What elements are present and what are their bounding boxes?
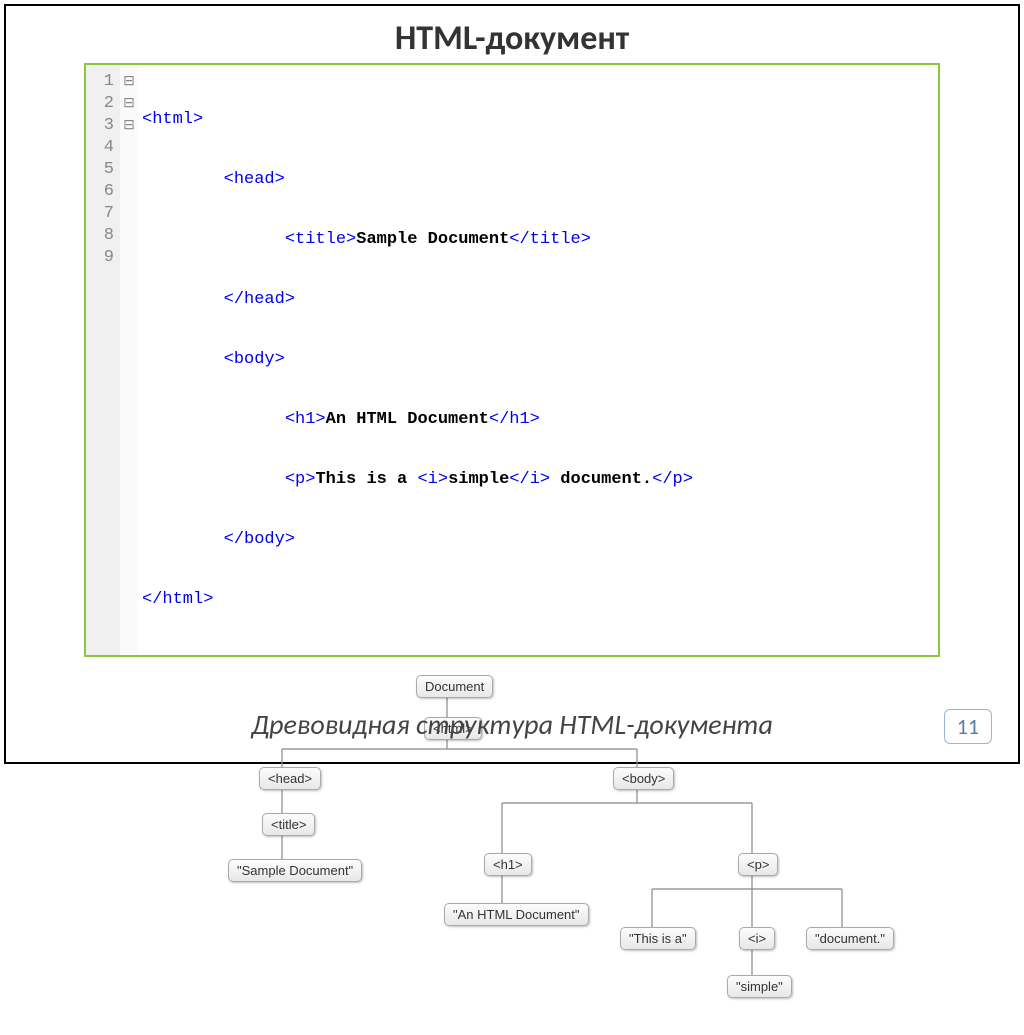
tree-node-head: <head> [259,767,321,790]
tree-node-i-text: "simple" [727,975,792,998]
line-number-gutter: 1 2 3 4 5 6 7 8 9 [86,65,120,655]
tag: </title> [509,230,591,249]
code-area: <html> <head> <title>Sample Document</ti… [138,65,938,655]
line-number: 6 [86,181,120,203]
fold-icon: ⊟ [120,115,138,137]
tag: <i> [417,470,448,489]
tag: <html> [142,110,203,129]
code-text: document. [550,470,652,489]
code-text: An HTML Document [326,410,489,429]
line-number: 1 [86,71,120,93]
slide-title: HTML-документ [6,18,1018,59]
line-number: 2 [86,93,120,115]
code-block: 1 2 3 4 5 6 7 8 9 ⊟ ⊟ ⊟ <html> <head> [84,63,940,657]
line-number: 3 [86,115,120,137]
tag: </head> [224,290,295,309]
tree-node-p-text-b: "document." [806,927,894,950]
tag: <head> [224,170,285,189]
tree-node-p: <p> [738,853,778,876]
tag: <p> [285,470,316,489]
fold-column: ⊟ ⊟ ⊟ [120,65,138,655]
tree-node-body: <body> [613,767,674,790]
tree-node-sample-doc: "Sample Document" [228,859,362,882]
tree-node-document: Document [416,675,493,698]
slide-frame: HTML-документ 1 2 3 4 5 6 7 8 9 ⊟ ⊟ ⊟ <h… [4,4,1020,764]
tree-node-i: <i> [739,927,775,950]
tree-node-h1-text: "An HTML Document" [444,903,589,926]
tree-node-h1: <h1> [484,853,532,876]
tag: </body> [224,530,295,549]
line-number: 7 [86,203,120,225]
tag: </i> [509,470,550,489]
line-number: 5 [86,159,120,181]
line-number: 8 [86,225,120,247]
fold-icon: ⊟ [120,93,138,115]
tag: </h1> [489,410,540,429]
code-text: This is a [315,470,417,489]
line-number: 9 [86,247,120,269]
code-text: simple [448,470,509,489]
page-number: 11 [944,709,992,744]
tree-node-title: <title> [262,813,315,836]
tag: </html> [142,590,213,609]
tag: </p> [652,470,693,489]
tag: <title> [285,230,356,249]
fold-icon: ⊟ [120,71,138,93]
tag: <body> [224,350,285,369]
code-text: Sample Document [356,230,509,249]
tree-node-p-text-a: "This is a" [620,927,696,950]
slide-caption: Древовидная структура HTML-документа [6,707,1018,742]
line-number: 4 [86,137,120,159]
tag: <h1> [285,410,326,429]
